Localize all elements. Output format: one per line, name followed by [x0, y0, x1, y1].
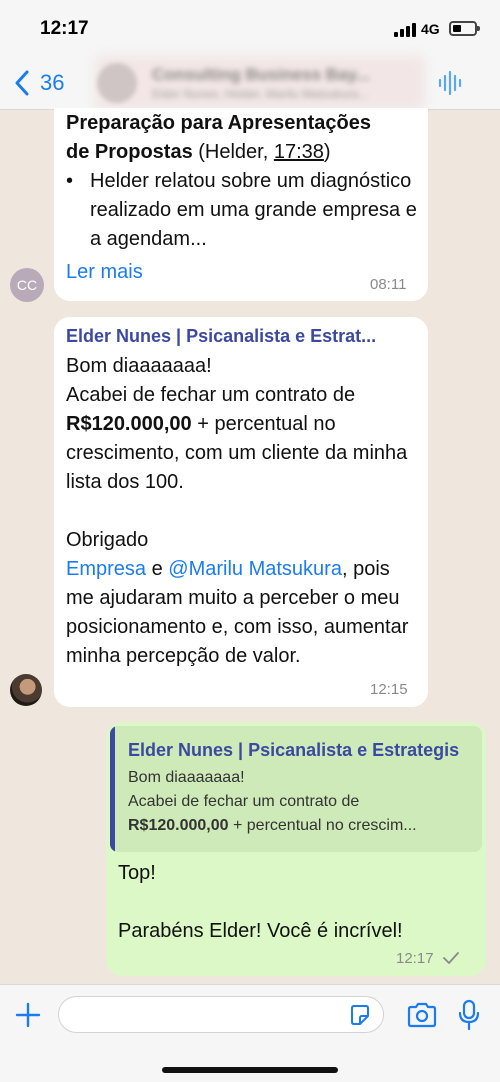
summary-heading: Preparação para Apresentações	[66, 112, 371, 134]
message-bubble[interactable]: Elder Nunes | Psicanalista e Estrategis …	[106, 722, 486, 976]
summary-author: (Helder,	[192, 141, 274, 163]
summary-heading-2: de Propostas	[66, 141, 193, 163]
text-line: e	[146, 558, 169, 580]
quote-amount: R$120.000,00	[128, 817, 229, 834]
message-bubble[interactable]: Elder Nunes | Psicanalista e Estrat... B…	[54, 317, 428, 707]
chat-header: 36 Consulting Business Bay... Elder Nune…	[0, 56, 500, 110]
back-button[interactable]: 36	[14, 66, 64, 100]
microphone-icon[interactable]	[458, 999, 480, 1031]
text-line: Acabei de fechar um contrato de	[66, 384, 356, 406]
chevron-left-icon	[15, 70, 29, 96]
amount: R$120.000,00	[66, 413, 192, 435]
clock: 12:17	[40, 18, 89, 39]
plus-icon[interactable]	[14, 1001, 42, 1029]
message-input[interactable]	[58, 996, 384, 1033]
signal-icon	[394, 23, 416, 37]
mention-link[interactable]: Empresa	[66, 558, 146, 580]
quote-bar	[110, 726, 115, 852]
camera-icon[interactable]	[406, 1002, 438, 1028]
compose-bar	[0, 984, 500, 1082]
text-line: Bom diaaaaaaa!	[66, 355, 212, 377]
mention-link[interactable]: @Marilu Matsukura	[168, 558, 342, 580]
message-bubble[interactable]: Preparação para Apresentações de Propost…	[54, 108, 428, 301]
quote-line: + percentual no crescim...	[228, 817, 417, 834]
time-link[interactable]: 17:38	[274, 141, 324, 163]
status-bar: 12:17 4G	[0, 0, 500, 56]
sticker-icon[interactable]	[348, 1003, 372, 1027]
sender-name[interactable]: Elder Nunes | Psicanalista e Estrat...	[66, 326, 416, 347]
message-time: 12:15	[370, 681, 408, 698]
quote-text: Bom diaaaaaaa! Acabei de fechar um contr…	[128, 766, 476, 838]
network-type: 4G	[421, 21, 440, 37]
unread-count: 36	[40, 70, 65, 95]
text-line: Top!	[118, 862, 156, 884]
avatar[interactable]	[10, 674, 42, 706]
text-line: Parabéns Elder! Você é incrível!	[118, 920, 403, 942]
message-text: Preparação para Apresentações de Propost…	[66, 109, 421, 254]
group-avatar[interactable]	[97, 63, 137, 103]
quoted-message[interactable]: Elder Nunes | Psicanalista e Estrategis …	[110, 726, 482, 852]
text-line: Obrigado	[66, 529, 149, 551]
voice-chat-icon[interactable]	[437, 70, 463, 96]
battery-icon	[449, 21, 480, 36]
check-icon	[443, 952, 459, 964]
bullet-dot: •	[66, 170, 74, 192]
quote-line: Acabei de fechar um contrato de	[128, 793, 360, 810]
quote-sender: Elder Nunes | Psicanalista e Estrategis	[128, 740, 460, 760]
message-time: 12:17	[396, 950, 434, 967]
message-text: Top! Parabéns Elder! Você é incrível!	[118, 859, 478, 946]
message-text: Bom diaaaaaaa! Acabei de fechar um contr…	[66, 352, 421, 671]
avatar[interactable]: CC	[10, 268, 44, 302]
quote-line: Bom diaaaaaaa!	[128, 769, 245, 786]
read-more-link[interactable]: Ler mais	[66, 261, 143, 284]
summary-paren: )	[323, 141, 331, 163]
message-time: 08:11	[370, 276, 407, 293]
chat-title[interactable]: Consulting Business Bay...	[152, 65, 370, 85]
chat-subtitle: Elder Nunes, Helder, Marilu Matsukura...	[152, 87, 369, 101]
home-indicator	[162, 1067, 338, 1073]
bullet-item: • Helder relatou sobre um diagnóstico re…	[66, 167, 421, 254]
bullet-text: Helder relatou sobre um diagnóstico real…	[90, 170, 417, 250]
